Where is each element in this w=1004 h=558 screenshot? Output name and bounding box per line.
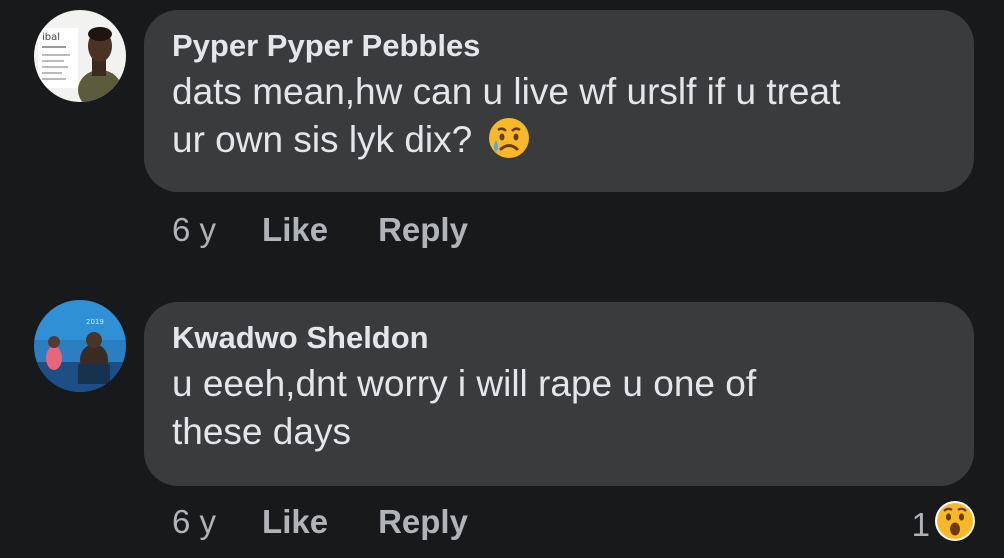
reaction-count: 1 (911, 506, 930, 543)
comment-actions: 6 y Like Reply (172, 502, 468, 542)
comment-actions: 6 y Like Reply (172, 210, 468, 250)
avatar[interactable]: 2019 (34, 300, 126, 392)
like-button[interactable]: Like (262, 503, 328, 541)
svg-text:ibal: ibal (42, 32, 60, 43)
comment-age[interactable]: 6 y (172, 211, 216, 249)
comment-text-line: u eeeh,dnt worry i will rape u one of (172, 363, 757, 404)
comment-text: dats mean,hw can u live wf urslf if u tr… (172, 68, 946, 172)
comment-age[interactable]: 6 y (172, 503, 216, 541)
reply-button[interactable]: Reply (378, 503, 468, 541)
svg-text:2019: 2019 (86, 318, 104, 326)
reply-button[interactable]: Reply (378, 211, 468, 249)
comment-text-line: dats mean,hw can u live wf urslf if u tr… (172, 71, 841, 112)
comment-text: u eeeh,dnt worry i will rape u one of th… (172, 360, 946, 456)
like-button[interactable]: Like (262, 211, 328, 249)
comment-text-line: these days (172, 411, 351, 452)
comment-author[interactable]: Pyper Pyper Pebbles (172, 28, 946, 64)
comment-author[interactable]: Kwadwo Sheldon (172, 320, 946, 356)
wow-reaction-icon (934, 500, 976, 550)
reaction-summary[interactable]: 1 (912, 500, 976, 550)
comment-bubble: Kwadwo Sheldon u eeeh,dnt worry i will r… (144, 302, 974, 486)
comment-bubble: Pyper Pyper Pebbles dats mean,hw can u l… (144, 10, 974, 192)
comment-text-line: ur own sis lyk dix? (172, 119, 473, 160)
avatar[interactable]: ibal (34, 10, 126, 102)
crying-face-icon (487, 116, 531, 172)
